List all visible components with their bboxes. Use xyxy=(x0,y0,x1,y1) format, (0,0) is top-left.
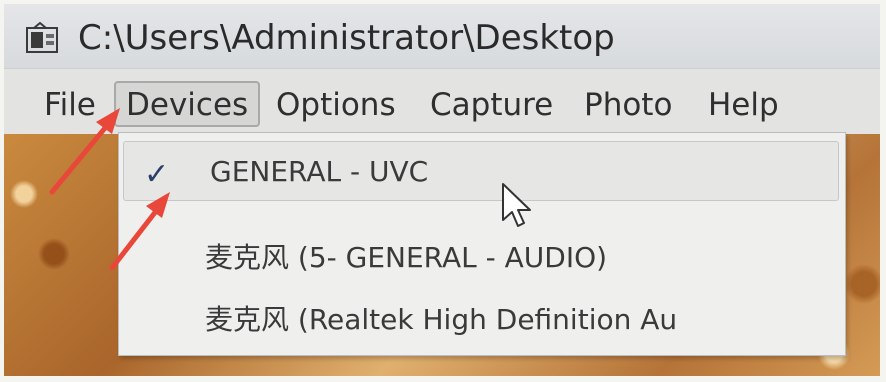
mouse-pointer-icon xyxy=(500,182,536,232)
window-title: C:\Users\Administrator\Desktop xyxy=(78,18,615,58)
menu-file[interactable]: File xyxy=(44,85,96,125)
checkmark-icon: ✓ xyxy=(142,152,172,192)
menu-item-mic-realtek[interactable]: 麦克风 (Realtek High Definition Au xyxy=(119,290,843,350)
menu-item-mic-general-audio[interactable]: 麦克风 (5- GENERAL - AUDIO) xyxy=(119,228,843,288)
menu-item-general-uvc[interactable]: ✓ GENERAL - UVC xyxy=(123,141,839,201)
menu-bar: File Devices Options Capture Photo Help xyxy=(4,68,880,135)
menu-options[interactable]: Options xyxy=(276,85,396,125)
menu-capture[interactable]: Capture xyxy=(430,85,553,125)
app-window: C:\Users\Administrator\Desktop File Devi… xyxy=(4,4,880,376)
devices-dropdown-menu: ✓ GENERAL - UVC 麦克风 (5- GENERAL - AUDIO)… xyxy=(118,132,846,356)
app-window-icon xyxy=(24,21,62,56)
menu-photo[interactable]: Photo xyxy=(584,85,672,125)
menu-devices[interactable]: Devices xyxy=(114,81,261,127)
menu-item-label: GENERAL - UVC xyxy=(210,155,429,188)
menu-item-label: 麦克风 (Realtek High Definition Au xyxy=(205,303,678,336)
menu-help[interactable]: Help xyxy=(708,85,779,125)
menu-item-label: 麦克风 (5- GENERAL - AUDIO) xyxy=(205,241,608,274)
svg-text:✓: ✓ xyxy=(144,157,169,192)
title-bar: C:\Users\Administrator\Desktop xyxy=(4,4,880,68)
